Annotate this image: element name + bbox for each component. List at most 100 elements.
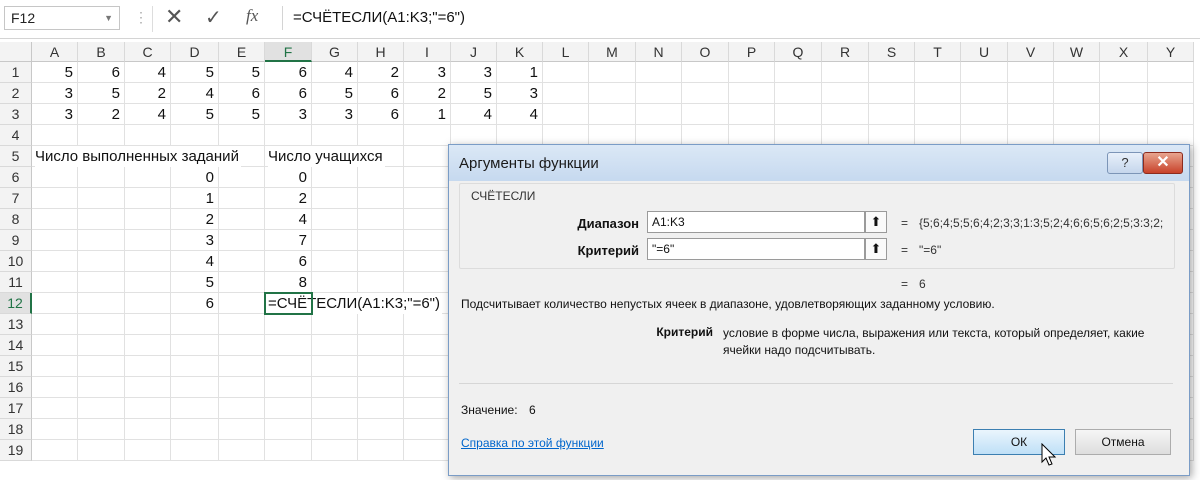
row-header-5[interactable]: 5 <box>0 146 32 167</box>
cell[interactable] <box>404 314 451 335</box>
cell[interactable] <box>78 293 125 314</box>
cell[interactable] <box>1054 62 1100 83</box>
cell[interactable] <box>78 335 125 356</box>
cell[interactable]: 3 <box>32 104 78 125</box>
cell[interactable]: 4 <box>125 62 171 83</box>
row-header-6[interactable]: 6 <box>0 167 32 188</box>
cell[interactable] <box>358 335 404 356</box>
cell[interactable] <box>1008 62 1054 83</box>
column-header-r[interactable]: R <box>822 42 869 62</box>
cell[interactable] <box>636 104 682 125</box>
cell[interactable]: 6 <box>219 83 265 104</box>
cell[interactable] <box>171 125 219 146</box>
cell[interactable] <box>961 83 1008 104</box>
cell[interactable] <box>869 104 915 125</box>
cell[interactable] <box>1100 125 1148 146</box>
cell[interactable] <box>915 125 961 146</box>
cell[interactable] <box>171 419 219 440</box>
cell[interactable] <box>404 440 451 461</box>
cell[interactable] <box>1148 104 1194 125</box>
cell[interactable] <box>1100 83 1148 104</box>
cell[interactable] <box>589 125 636 146</box>
column-header-m[interactable]: M <box>589 42 636 62</box>
cell[interactable] <box>312 440 358 461</box>
cell[interactable] <box>404 230 451 251</box>
cell[interactable] <box>358 398 404 419</box>
row-header-13[interactable]: 13 <box>0 314 32 335</box>
row-header-7[interactable]: 7 <box>0 188 32 209</box>
cell[interactable] <box>775 104 822 125</box>
cell[interactable] <box>219 314 265 335</box>
cell[interactable]: 5 <box>171 272 219 293</box>
cell[interactable] <box>358 377 404 398</box>
cell[interactable] <box>312 356 358 377</box>
cell[interactable] <box>125 398 171 419</box>
cell[interactable] <box>589 62 636 83</box>
cell[interactable] <box>404 419 451 440</box>
cell[interactable] <box>32 335 78 356</box>
cell[interactable] <box>358 272 404 293</box>
cell[interactable] <box>125 209 171 230</box>
cell[interactable] <box>404 146 451 167</box>
cell[interactable] <box>543 104 589 125</box>
column-header-u[interactable]: U <box>961 42 1008 62</box>
cell[interactable] <box>589 83 636 104</box>
cell[interactable] <box>219 188 265 209</box>
cell[interactable]: 3 <box>32 83 78 104</box>
column-header-o[interactable]: O <box>682 42 729 62</box>
cell[interactable] <box>822 83 869 104</box>
cell[interactable] <box>1100 104 1148 125</box>
cell[interactable] <box>682 83 729 104</box>
cell[interactable] <box>78 272 125 293</box>
cell[interactable] <box>78 377 125 398</box>
cell[interactable] <box>358 188 404 209</box>
cell[interactable] <box>1148 125 1194 146</box>
cell[interactable] <box>775 125 822 146</box>
cell[interactable]: 3 <box>171 230 219 251</box>
column-header-i[interactable]: I <box>404 42 451 62</box>
row-header-9[interactable]: 9 <box>0 230 32 251</box>
row-header-8[interactable]: 8 <box>0 209 32 230</box>
cell[interactable] <box>125 230 171 251</box>
column-header-q[interactable]: Q <box>775 42 822 62</box>
cell[interactable] <box>265 419 312 440</box>
column-header-d[interactable]: D <box>171 42 219 62</box>
cell[interactable]: 3 <box>404 62 451 83</box>
cell[interactable]: 2 <box>78 104 125 125</box>
cell[interactable] <box>125 419 171 440</box>
column-header-v[interactable]: V <box>1008 42 1054 62</box>
cell[interactable] <box>312 209 358 230</box>
cell[interactable] <box>219 251 265 272</box>
collapse-dialog-icon[interactable]: ⬆ <box>865 238 887 260</box>
cell[interactable]: 2 <box>358 62 404 83</box>
cell[interactable] <box>312 251 358 272</box>
close-button[interactable]: ✕ <box>1143 152 1183 174</box>
column-header-a[interactable]: A <box>32 42 78 62</box>
cell[interactable]: 4 <box>125 104 171 125</box>
chevron-down-icon[interactable]: ▼ <box>104 7 113 29</box>
cell[interactable] <box>682 125 729 146</box>
cell[interactable] <box>729 125 775 146</box>
cell[interactable] <box>358 356 404 377</box>
formula-input[interactable]: =СЧЁТЕСЛИ(A1:K3;"=6") <box>282 6 1196 30</box>
cell[interactable]: 1 <box>404 104 451 125</box>
cell[interactable]: 5 <box>78 83 125 104</box>
cell[interactable] <box>404 377 451 398</box>
cell[interactable] <box>32 398 78 419</box>
cell[interactable] <box>78 398 125 419</box>
cell[interactable]: 4 <box>312 62 358 83</box>
column-header-s[interactable]: S <box>869 42 915 62</box>
cancel-button[interactable]: Отмена <box>1075 429 1171 455</box>
row-header-12[interactable]: 12 <box>0 293 32 314</box>
cell[interactable] <box>78 251 125 272</box>
cell[interactable] <box>78 419 125 440</box>
cell[interactable] <box>543 125 589 146</box>
cell[interactable]: 5 <box>171 62 219 83</box>
row-header-16[interactable]: 16 <box>0 377 32 398</box>
cell[interactable] <box>682 62 729 83</box>
cell[interactable]: 4 <box>451 104 497 125</box>
row-header-17[interactable]: 17 <box>0 398 32 419</box>
help-button[interactable]: ? <box>1107 152 1143 174</box>
cell-f12-selected[interactable]: =СЧЁТЕСЛИ(A1:K3;"=6") <box>264 292 443 315</box>
cell[interactable] <box>32 419 78 440</box>
